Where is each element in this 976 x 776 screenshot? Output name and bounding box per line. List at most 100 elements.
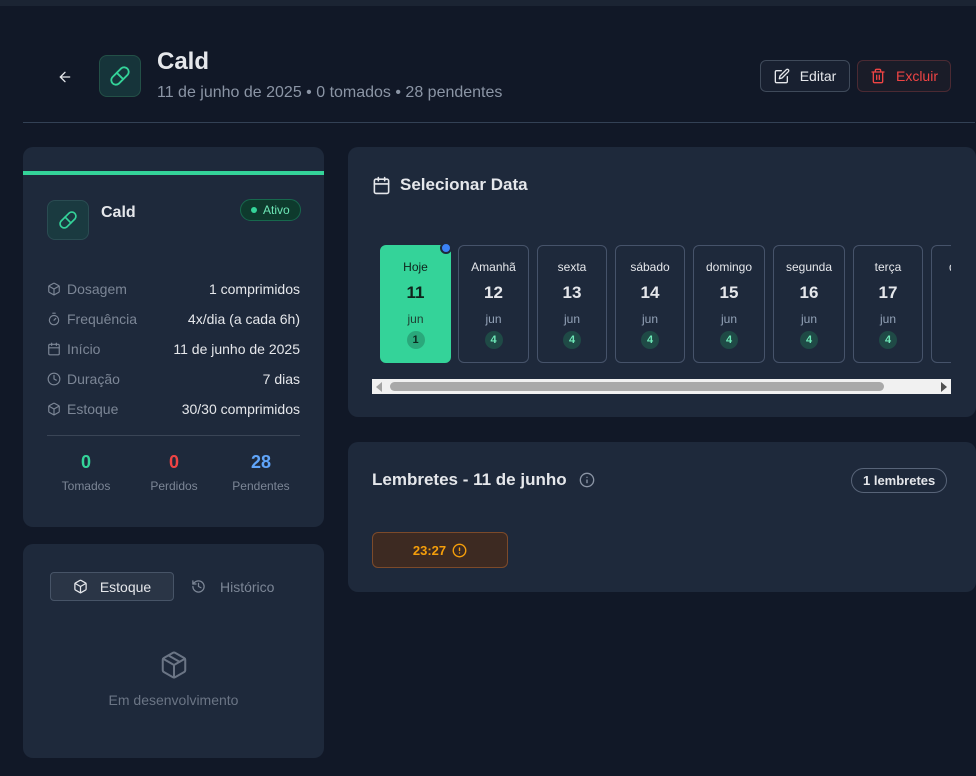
detail-value: 4x/dia (a cada 6h) xyxy=(187,311,300,327)
day-month: jun xyxy=(932,312,951,326)
medication-info-card: Cald Ativo Dosagem 1 comprimidos Frequên… xyxy=(23,147,324,527)
day-count-badge: 4 xyxy=(641,331,659,349)
day-name: terça xyxy=(874,260,902,274)
stock-history-card: Estoque Histórico Em desenvolvimento xyxy=(23,544,324,758)
stat-missed: 0 Perdidos xyxy=(129,452,219,493)
day-month: jun xyxy=(563,312,580,326)
pill-icon xyxy=(110,66,130,86)
status-badge-label: Ativo xyxy=(263,203,290,217)
stat-pending: 28 Pendentes xyxy=(216,452,306,493)
day-card-today[interactable]: Hoje 11 jun 1 xyxy=(380,245,451,363)
day-count-badge: 4 xyxy=(484,331,503,349)
edit-icon xyxy=(774,68,790,84)
clock-icon xyxy=(47,372,61,386)
pill-icon xyxy=(59,211,77,229)
day-name: sexta xyxy=(557,260,587,274)
back-button[interactable] xyxy=(52,64,78,90)
detail-label: Dosagem xyxy=(67,281,127,297)
page-subtitle: 11 de junho de 2025 • 0 tomados • 28 pen… xyxy=(157,84,503,101)
detail-row-stock: Estoque 30/30 comprimidos xyxy=(47,399,300,419)
stats-divider xyxy=(47,435,300,436)
today-indicator-dot xyxy=(440,242,452,254)
stat-label: Tomados xyxy=(61,479,111,493)
day-month: jun xyxy=(879,312,896,326)
package-icon xyxy=(48,402,60,416)
detail-value: 11 de junho de 2025 xyxy=(173,341,300,357)
day-month: jun xyxy=(641,312,658,326)
trash-icon xyxy=(871,68,885,84)
scroll-left-arrow[interactable] xyxy=(376,382,382,392)
package-icon xyxy=(74,579,87,594)
day-card[interactable]: sábado 14 jun 4 xyxy=(615,245,685,363)
status-badge: Ativo xyxy=(240,199,301,221)
day-name: segunda xyxy=(785,260,833,274)
stat-taken: 0 Tomados xyxy=(41,452,131,493)
day-name: quarta xyxy=(932,260,951,274)
page-title: Cald xyxy=(157,48,210,75)
detail-row-duration: Duração 7 dias xyxy=(47,369,300,389)
date-strip-scrollbar[interactable] xyxy=(372,379,951,394)
day-card[interactable]: quarta 18 jun 4 xyxy=(931,245,951,363)
package-icon xyxy=(161,651,187,679)
reminder-time-chip[interactable]: 23:27 xyxy=(372,532,508,568)
detail-value: 30/30 comprimidos xyxy=(181,401,300,417)
detail-row-start: Início 11 de junho de 2025 xyxy=(47,339,300,359)
delete-button[interactable]: Excluir xyxy=(857,60,951,92)
empty-state-text: Em desenvolvimento xyxy=(108,692,239,708)
day-card[interactable]: segunda 16 jun 4 xyxy=(773,245,845,363)
day-card[interactable]: sexta 13 jun 4 xyxy=(537,245,607,363)
stat-label: Perdidos xyxy=(150,479,198,493)
medication-icon-box xyxy=(99,55,141,97)
medication-card-icon-box xyxy=(47,200,89,240)
day-number: 16 xyxy=(799,283,819,302)
date-selector-title: Selecionar Data xyxy=(372,175,528,195)
tab-stock[interactable]: Estoque xyxy=(50,572,174,601)
detail-label: Início xyxy=(67,341,101,357)
detail-value: 1 comprimidos xyxy=(208,281,300,297)
day-count-badge: 4 xyxy=(879,331,897,349)
detail-row-dosage: Dosagem 1 comprimidos xyxy=(47,279,300,299)
detail-label: Frequência xyxy=(67,311,138,327)
day-name: Hoje xyxy=(403,260,428,274)
arrow-left-icon xyxy=(59,71,71,83)
detail-label: Duração xyxy=(67,371,120,387)
reminders-count-badge: 1 lembretes xyxy=(851,468,948,493)
detail-label: Estoque xyxy=(67,401,119,417)
tab-history[interactable]: Histórico xyxy=(191,572,291,601)
header-divider xyxy=(23,122,975,123)
day-name: domingo xyxy=(705,260,753,274)
date-strip[interactable]: Hoje 11 jun 1 Amanhã 12 jun 4 sexta 13 j… xyxy=(380,245,951,363)
day-month: jun xyxy=(720,312,737,326)
history-icon xyxy=(192,580,205,593)
day-number: 11 xyxy=(406,283,425,302)
day-card[interactable]: domingo 15 jun 4 xyxy=(693,245,765,363)
date-selector-title-text: Selecionar Data xyxy=(400,175,528,194)
stat-value: 28 xyxy=(250,452,272,472)
status-accent-bar xyxy=(23,171,324,175)
day-card[interactable]: Amanhã 12 jun 4 xyxy=(458,245,529,363)
day-month: jun xyxy=(485,312,502,326)
day-number: 12 xyxy=(484,283,503,302)
stat-label: Pendentes xyxy=(232,479,290,493)
stat-value: 0 xyxy=(80,452,91,472)
day-number: 13 xyxy=(562,283,582,302)
calendar-icon xyxy=(48,342,60,356)
scroll-right-arrow[interactable] xyxy=(941,382,947,392)
package-icon xyxy=(48,282,60,296)
day-month: jun xyxy=(407,312,424,326)
tab-history-label: Histórico xyxy=(220,578,275,595)
reminders-card: Lembretes - 11 de junho 1 lembretes 23:2… xyxy=(348,442,976,592)
alert-circle-icon xyxy=(452,543,467,557)
delete-button-label: Excluir xyxy=(895,68,938,84)
scrollbar-thumb[interactable] xyxy=(390,382,884,391)
day-count-badge: 1 xyxy=(406,331,425,349)
edit-button[interactable]: Editar xyxy=(760,60,850,92)
day-count-badge: 4 xyxy=(563,331,581,349)
info-icon[interactable] xyxy=(579,472,595,488)
tab-stock-label: Estoque xyxy=(99,578,152,595)
day-card[interactable]: terça 17 jun 4 xyxy=(853,245,923,363)
day-number: 18 xyxy=(932,283,951,303)
day-number: 17 xyxy=(878,283,898,302)
day-number: 15 xyxy=(719,283,739,302)
status-dot xyxy=(251,207,257,213)
